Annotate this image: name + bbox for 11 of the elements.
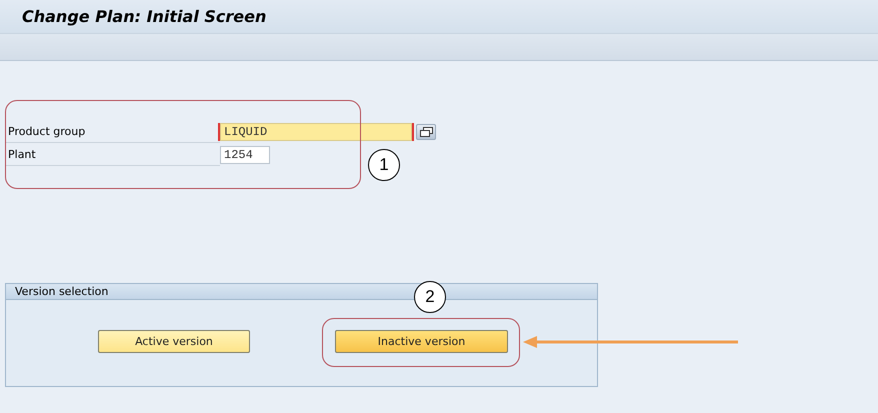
window-title: Change Plan: Initial Screen [22,7,266,26]
field-label: Product group [7,124,86,138]
callout-number: 1 [368,149,400,181]
input-field[interactable]: 1254 [220,146,270,164]
lookup-button[interactable] [416,124,436,140]
arrow-icon [523,336,738,348]
field-label: Plant [7,148,37,160]
input-field[interactable]: LIQUID [220,122,412,140]
windows-icon [420,126,432,136]
version-button[interactable]: Active version [98,330,250,353]
version-button[interactable]: Inactive version [335,330,508,353]
